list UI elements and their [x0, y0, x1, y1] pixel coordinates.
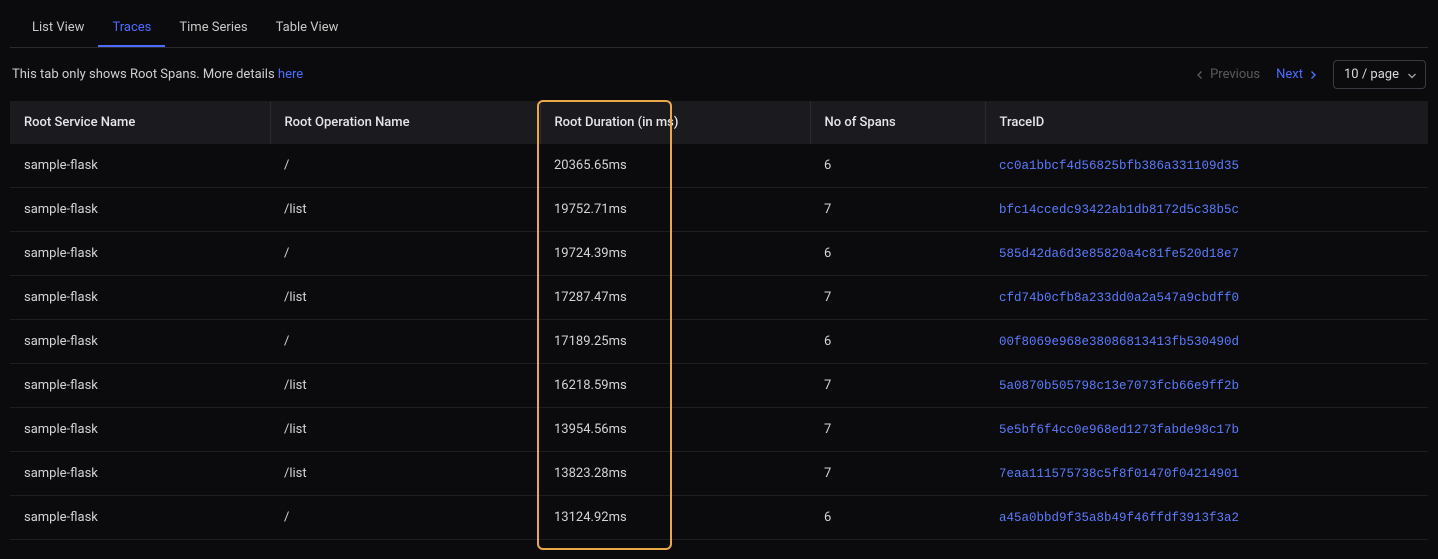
- header-traceid[interactable]: TraceID: [985, 101, 1428, 144]
- tab-traces[interactable]: Traces: [98, 10, 165, 47]
- trace-link[interactable]: 00f8069e968e38086813413fb530490d: [999, 335, 1239, 349]
- cell-operation: /: [270, 144, 540, 188]
- cell-service: sample-flask: [10, 144, 270, 188]
- cell-operation: /list: [270, 364, 540, 408]
- trace-link[interactable]: 7eaa111575738c5f8f01470f04214901: [999, 467, 1239, 481]
- trace-link[interactable]: a45a0bbd9f35a8b49f46ffdf3913f3a2: [999, 511, 1239, 525]
- cell-spans: 7: [810, 276, 985, 320]
- info-link[interactable]: here: [278, 67, 303, 82]
- trace-link[interactable]: cfd74b0cfb8a233dd0a2a547a9cbdff0: [999, 291, 1239, 305]
- cell-operation: /: [270, 320, 540, 364]
- cell-spans: 7: [810, 364, 985, 408]
- cell-traceid: 585d42da6d3e85820a4c81fe520d18e7: [985, 232, 1428, 276]
- table-row[interactable]: sample-flask/list13954.56ms7 5e5bf6f4cc0e…: [10, 408, 1428, 452]
- table-row[interactable]: sample-flask/20365.65ms6 cc0a1bbcf4d56825…: [10, 144, 1428, 188]
- page-size-select[interactable]: 10 / page: [1333, 60, 1426, 89]
- cell-duration: 19724.39ms: [540, 232, 810, 276]
- cell-traceid: bfc14ccedc93422ab1db8172d5c38b5c: [985, 188, 1428, 232]
- tab-list-view[interactable]: List View: [18, 10, 98, 47]
- cell-operation: /list: [270, 188, 540, 232]
- cell-traceid: cfd74b0cfb8a233dd0a2a547a9cbdff0: [985, 276, 1428, 320]
- table-row[interactable]: sample-flask/list19752.71ms7 bfc14ccedc93…: [10, 188, 1428, 232]
- cell-spans: 6: [810, 320, 985, 364]
- tab-table-view[interactable]: Table View: [262, 10, 353, 47]
- chevron-down-icon: [1407, 71, 1415, 79]
- cell-operation: /list: [270, 452, 540, 496]
- cell-traceid: a45a0bbd9f35a8b49f46ffdf3913f3a2: [985, 496, 1428, 540]
- cell-service: sample-flask: [10, 232, 270, 276]
- header-root-service-name[interactable]: Root Service Name: [10, 101, 270, 144]
- cell-service: sample-flask: [10, 496, 270, 540]
- cell-duration: 17189.25ms: [540, 320, 810, 364]
- cell-traceid: 5e5bf6f4cc0e968ed1273fabde98c17b: [985, 408, 1428, 452]
- info-bar: This tab only shows Root Spans. More det…: [10, 48, 1428, 101]
- page-size-label: 10 / page: [1344, 67, 1399, 82]
- tab-time-series[interactable]: Time Series: [165, 10, 261, 47]
- cell-duration: 16218.59ms: [540, 364, 810, 408]
- cell-service: sample-flask: [10, 320, 270, 364]
- cell-service: sample-flask: [10, 452, 270, 496]
- cell-duration: 19752.71ms: [540, 188, 810, 232]
- cell-service: sample-flask: [10, 364, 270, 408]
- cell-service: sample-flask: [10, 408, 270, 452]
- cell-spans: 6: [810, 232, 985, 276]
- cell-traceid: cc0a1bbcf4d56825bfb386a331109d35: [985, 144, 1428, 188]
- trace-link[interactable]: 5e5bf6f4cc0e968ed1273fabde98c17b: [999, 423, 1239, 437]
- cell-spans: 6: [810, 496, 985, 540]
- info-text: This tab only shows Root Spans. More det…: [12, 67, 303, 82]
- chevron-right-icon: [1309, 71, 1317, 79]
- cell-service: sample-flask: [10, 188, 270, 232]
- table-row[interactable]: sample-flask/list17287.47ms7 cfd74b0cfb8a…: [10, 276, 1428, 320]
- info-text-content: This tab only shows Root Spans. More det…: [12, 67, 278, 82]
- chevron-left-icon: [1196, 71, 1204, 79]
- table-row[interactable]: sample-flask/13124.92ms6 a45a0bbd9f35a8b4…: [10, 496, 1428, 540]
- cell-traceid: 00f8069e968e38086813413fb530490d: [985, 320, 1428, 364]
- trace-link[interactable]: cc0a1bbcf4d56825bfb386a331109d35: [999, 159, 1239, 173]
- cell-operation: /: [270, 232, 540, 276]
- cell-duration: 20365.65ms: [540, 144, 810, 188]
- header-no-of-spans[interactable]: No of Spans: [810, 101, 985, 144]
- cell-traceid: 7eaa111575738c5f8f01470f04214901: [985, 452, 1428, 496]
- cell-spans: 7: [810, 188, 985, 232]
- cell-operation: /list: [270, 408, 540, 452]
- table-row[interactable]: sample-flask/list13823.28ms7 7eaa11157573…: [10, 452, 1428, 496]
- table-row[interactable]: sample-flask/17189.25ms6 00f8069e968e3808…: [10, 320, 1428, 364]
- cell-service: sample-flask: [10, 276, 270, 320]
- trace-link[interactable]: bfc14ccedc93422ab1db8172d5c38b5c: [999, 203, 1239, 217]
- traces-table: Root Service Name Root Operation Name Ro…: [10, 101, 1428, 540]
- tabs-bar: List View Traces Time Series Table View: [10, 10, 1428, 48]
- table-row[interactable]: sample-flask/19724.39ms6 585d42da6d3e8582…: [10, 232, 1428, 276]
- header-root-operation-name[interactable]: Root Operation Name: [270, 101, 540, 144]
- trace-link[interactable]: 585d42da6d3e85820a4c81fe520d18e7: [999, 247, 1239, 261]
- header-root-duration[interactable]: Root Duration (in ms): [540, 101, 810, 144]
- table-row[interactable]: sample-flask/list16218.59ms7 5a0870b50579…: [10, 364, 1428, 408]
- cell-duration: 13954.56ms: [540, 408, 810, 452]
- cell-spans: 7: [810, 452, 985, 496]
- cell-traceid: 5a0870b505798c13e7073fcb66e9ff2b: [985, 364, 1428, 408]
- cell-duration: 13823.28ms: [540, 452, 810, 496]
- cell-operation: /: [270, 496, 540, 540]
- next-button[interactable]: Next: [1276, 67, 1317, 82]
- prev-label: Previous: [1210, 67, 1260, 82]
- cell-operation: /list: [270, 276, 540, 320]
- cell-spans: 6: [810, 144, 985, 188]
- cell-duration: 13124.92ms: [540, 496, 810, 540]
- cell-duration: 17287.47ms: [540, 276, 810, 320]
- trace-link[interactable]: 5a0870b505798c13e7073fcb66e9ff2b: [999, 379, 1239, 393]
- table-header-row: Root Service Name Root Operation Name Ro…: [10, 101, 1428, 144]
- cell-spans: 7: [810, 408, 985, 452]
- next-label: Next: [1276, 67, 1303, 82]
- prev-button: Previous: [1196, 67, 1260, 82]
